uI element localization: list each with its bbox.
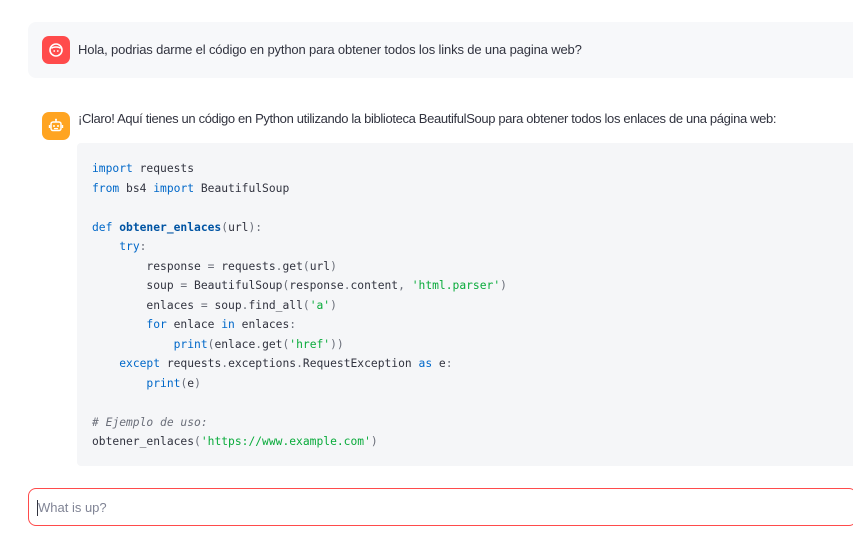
code-token: BeautifulSoup — [187, 279, 283, 292]
code-token: # Ejemplo de uso: — [92, 415, 208, 429]
code-line: print(enlace.get('href')) — [92, 335, 853, 355]
code-token: print — [173, 337, 208, 351]
code-token: . — [296, 357, 303, 370]
user-avatar — [42, 36, 70, 64]
code-token: import — [153, 181, 195, 195]
code-token: 'html.parser' — [411, 279, 501, 292]
code-line: def obtener_enlaces(url): — [92, 218, 853, 238]
code-token: ) — [330, 298, 337, 312]
code-token: requests — [160, 357, 222, 370]
code-token: get — [282, 259, 303, 273]
code-token: : — [139, 240, 147, 253]
code-line: import requests — [92, 159, 853, 179]
code-token: 'a' — [309, 298, 331, 312]
code-token: soup — [207, 298, 242, 312]
code-token: ): — [248, 220, 263, 234]
code-token: 'href' — [289, 337, 331, 351]
user-message-text: Hola, podrias darme el código en python … — [78, 42, 582, 57]
code-token: , — [398, 279, 412, 292]
user-face-icon — [49, 43, 63, 57]
code-token: from — [92, 181, 120, 195]
code-token: requests — [132, 162, 195, 175]
code-token: : — [289, 318, 297, 331]
code-token: : — [445, 357, 453, 370]
code-line: response = requests.get(url) — [92, 257, 853, 277]
code-token: ) — [330, 259, 337, 273]
code-token: RequestException — [302, 357, 419, 370]
user-message: Hola, podrias darme el código en python … — [28, 22, 853, 78]
code-token: ) — [370, 435, 378, 448]
code-token: print — [146, 376, 181, 390]
code-token: exceptions — [228, 357, 297, 370]
code-line: soup = BeautifulSoup(response.content, '… — [92, 276, 853, 296]
code-token: def — [92, 220, 120, 234]
chat-input[interactable] — [29, 489, 853, 525]
robot-icon — [48, 118, 64, 132]
code-line: for enlace in enlaces: — [92, 315, 853, 335]
code-token: obtener_enlaces — [119, 220, 222, 234]
chat-input-container — [28, 488, 853, 526]
code-token: response — [92, 259, 208, 273]
code-token: find_all — [248, 298, 303, 312]
code-token: in — [221, 318, 235, 331]
code-token: ) — [500, 279, 507, 292]
code-token: requests — [214, 259, 276, 273]
code-line: except requests.exceptions.RequestExcept… — [92, 354, 853, 374]
code-token: response — [289, 279, 344, 292]
code-token: enlace — [214, 337, 256, 351]
text-cursor — [37, 500, 38, 516]
code-token: for — [146, 318, 167, 331]
code-line: try: — [92, 237, 853, 257]
code-token: = — [200, 298, 208, 312]
code-token: ( — [194, 435, 201, 448]
code-line: # Ejemplo de uso: — [92, 413, 853, 433]
code-token: bs4 — [119, 181, 154, 195]
code-token: enlace — [166, 318, 222, 331]
code-token: except — [119, 357, 161, 370]
code-token: as — [418, 357, 433, 370]
code-token: BeautifulSoup — [194, 181, 290, 195]
code-token: ( — [302, 298, 310, 312]
code-token: get — [262, 337, 283, 351]
code-token: 'https://www.example.com' — [200, 435, 371, 448]
code-token: enlaces — [234, 318, 290, 331]
code-token: soup — [92, 279, 181, 292]
code-token: obtener_enlaces — [92, 435, 195, 448]
code-token: ( — [302, 259, 310, 273]
chat-page: Hola, podrias darme el código en python … — [0, 0, 853, 535]
code-token: )) — [330, 337, 344, 351]
code-token: content — [350, 279, 399, 292]
code-token: . — [343, 279, 351, 292]
code-line: obtener_enlaces('https://www.example.com… — [92, 432, 853, 452]
code-token: import — [92, 162, 133, 175]
code-line: from bs4 import BeautifulSoup — [92, 179, 853, 199]
code-token: url — [228, 220, 249, 234]
code-token: try — [119, 240, 140, 253]
code-block: import requests from bs4 import Beautiful… — [77, 143, 853, 466]
code-token: enlaces — [92, 298, 201, 312]
code-line: enlaces = soup.find_all('a') — [92, 296, 853, 316]
assistant-avatar — [42, 112, 70, 140]
code-line: print(e) — [92, 374, 853, 394]
assistant-message: ¡Claro! Aquí tienes un código en Python … — [28, 99, 853, 479]
code-token: e — [432, 357, 446, 370]
code-token: url — [309, 259, 331, 273]
assistant-message-text: ¡Claro! Aquí tienes un código en Python … — [78, 111, 777, 126]
code-token: ) — [194, 376, 201, 390]
